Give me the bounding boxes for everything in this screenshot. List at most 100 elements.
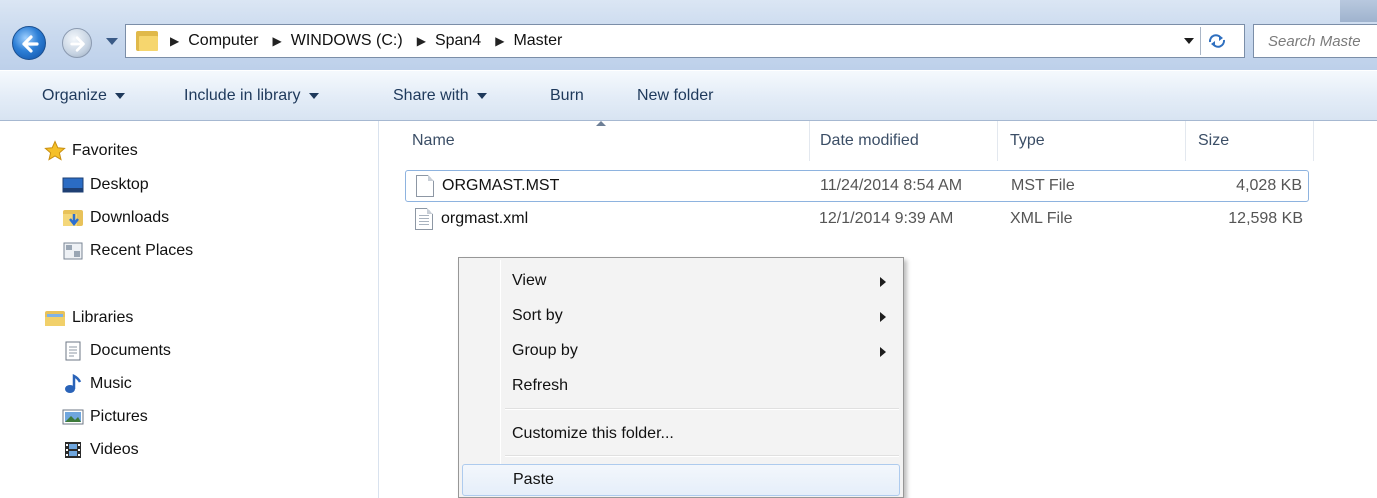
nav-documents[interactable]: Documents [62,338,171,364]
nav-recent-places[interactable]: Recent Places [62,238,193,264]
downloads-folder-icon [62,207,84,229]
libraries-icon [44,307,66,329]
submenu-arrow-icon [880,347,886,357]
menu-item-label: Group by [512,342,578,359]
nav-videos[interactable]: Videos [62,437,139,463]
navigation-pane: Favorites Desktop Downloads Recent Place… [0,121,379,498]
xml-file-icon [415,208,433,230]
menu-item-sort-by[interactable]: Sort by [462,300,900,332]
address-field[interactable]: ▶ Computer ▶ WINDOWS (C:) ▶ Span4 ▶ Mast… [125,24,1245,58]
nav-favorites-label: Favorites [72,142,138,159]
nav-libraries[interactable]: Libraries [44,305,133,331]
column-header-type[interactable]: Type [998,121,1186,161]
menu-item-label: Refresh [512,377,569,394]
nav-music-label: Music [90,375,132,392]
nav-downloads[interactable]: Downloads [62,205,169,231]
include-in-library-button[interactable]: Include in library [184,85,319,107]
menu-item-label: Paste [513,471,554,488]
recent-pages-dropdown[interactable] [106,38,118,45]
refresh-button[interactable] [1200,27,1232,55]
forward-button[interactable] [62,28,92,58]
nav-pictures-label: Pictures [90,408,148,425]
menu-item-view[interactable]: View [462,265,900,297]
nav-libraries-label: Libraries [72,309,134,326]
documents-icon [62,340,84,362]
file-type: XML File [1010,210,1073,227]
desktop-icon [62,174,84,196]
file-icon [416,175,434,197]
file-date: 11/24/2014 8:54 AM [820,177,963,194]
share-with-button[interactable]: Share with [393,85,487,107]
folder-icon [136,31,158,51]
burn-button[interactable]: Burn [550,85,584,107]
file-name: ORGMAST.MST [442,177,560,194]
column-type-label: Type [1010,132,1045,149]
star-icon [44,140,66,162]
address-bar-area: ▶ Computer ▶ WINDOWS (C:) ▶ Span4 ▶ Mast… [0,0,1377,70]
command-toolbar: Organize Include in library Share with B… [0,70,1377,121]
film-strip-icon [62,439,84,461]
file-type: MST File [1011,177,1075,194]
chevron-down-icon [476,93,487,99]
nav-documents-label: Documents [90,342,171,359]
submenu-arrow-icon [880,312,886,322]
breadcrumb-span4[interactable]: Span4 [435,32,481,50]
menu-item-customize-folder[interactable]: Customize this folder... [462,418,900,450]
column-size-label: Size [1198,132,1230,149]
breadcrumb-separator-icon[interactable]: ▶ [495,34,504,48]
refresh-icon [1208,34,1225,48]
file-name: orgmast.xml [441,210,529,227]
breadcrumb-separator-icon[interactable]: ▶ [417,34,426,48]
context-menu: View Sort by Group by Refresh Customize … [458,257,904,498]
organize-button[interactable]: Organize [42,85,125,107]
column-header-date-modified[interactable]: Date modified [808,121,998,161]
table-row[interactable]: orgmast.xml 12/1/2014 9:39 AM XML File 1… [405,203,1309,235]
sort-ascending-icon [596,121,606,126]
nav-favorites[interactable]: Favorites [44,138,138,164]
include-in-library-label: Include in library [184,87,301,104]
chevron-down-icon [114,93,125,99]
table-row[interactable]: ORGMAST.MST 11/24/2014 8:54 AM MST File … [405,170,1309,202]
nav-videos-label: Videos [90,441,139,458]
breadcrumb-separator-icon[interactable]: ▶ [170,34,179,48]
chevron-down-icon [308,93,319,99]
share-with-label: Share with [393,87,469,104]
menu-separator [505,455,899,457]
breadcrumb-windows-c[interactable]: WINDOWS (C:) [291,32,403,50]
nav-desktop-label: Desktop [90,176,149,193]
column-date-label: Date modified [820,132,919,149]
nav-recent-places-label: Recent Places [90,242,194,259]
menu-item-paste[interactable]: Paste [462,464,900,496]
file-size: 4,028 KB [1236,177,1302,194]
menu-item-refresh[interactable]: Refresh [462,370,900,402]
menu-separator [505,408,899,410]
new-folder-button[interactable]: New folder [637,85,713,107]
breadcrumb-master[interactable]: Master [513,32,562,50]
breadcrumb-separator-icon[interactable]: ▶ [272,34,281,48]
back-arrow-icon [22,35,39,53]
menu-item-label: Customize this folder... [512,425,674,442]
pictures-icon [62,406,84,428]
nav-music[interactable]: Music [62,371,132,397]
window-frame-corner [1340,0,1377,22]
file-date: 12/1/2014 9:39 AM [819,210,954,227]
forward-arrow-icon [70,36,85,52]
nav-desktop[interactable]: Desktop [62,172,149,198]
nav-downloads-label: Downloads [90,209,170,226]
column-name-label: Name [412,132,455,149]
recent-places-icon [62,240,84,262]
address-history-dropdown[interactable] [1184,38,1194,44]
nav-pictures[interactable]: Pictures [62,404,148,430]
breadcrumb-computer[interactable]: Computer [188,32,258,50]
column-header-name[interactable]: Name [400,121,810,161]
music-note-icon [62,373,84,395]
menu-item-label: Sort by [512,307,563,324]
file-size: 12,598 KB [1228,210,1303,227]
column-header-size[interactable]: Size [1186,121,1314,161]
back-button[interactable] [12,26,46,60]
menu-item-label: View [512,272,547,289]
menu-item-group-by[interactable]: Group by [462,335,900,367]
search-input[interactable]: Search Maste [1253,24,1377,58]
organize-label: Organize [42,87,107,104]
submenu-arrow-icon [880,277,886,287]
